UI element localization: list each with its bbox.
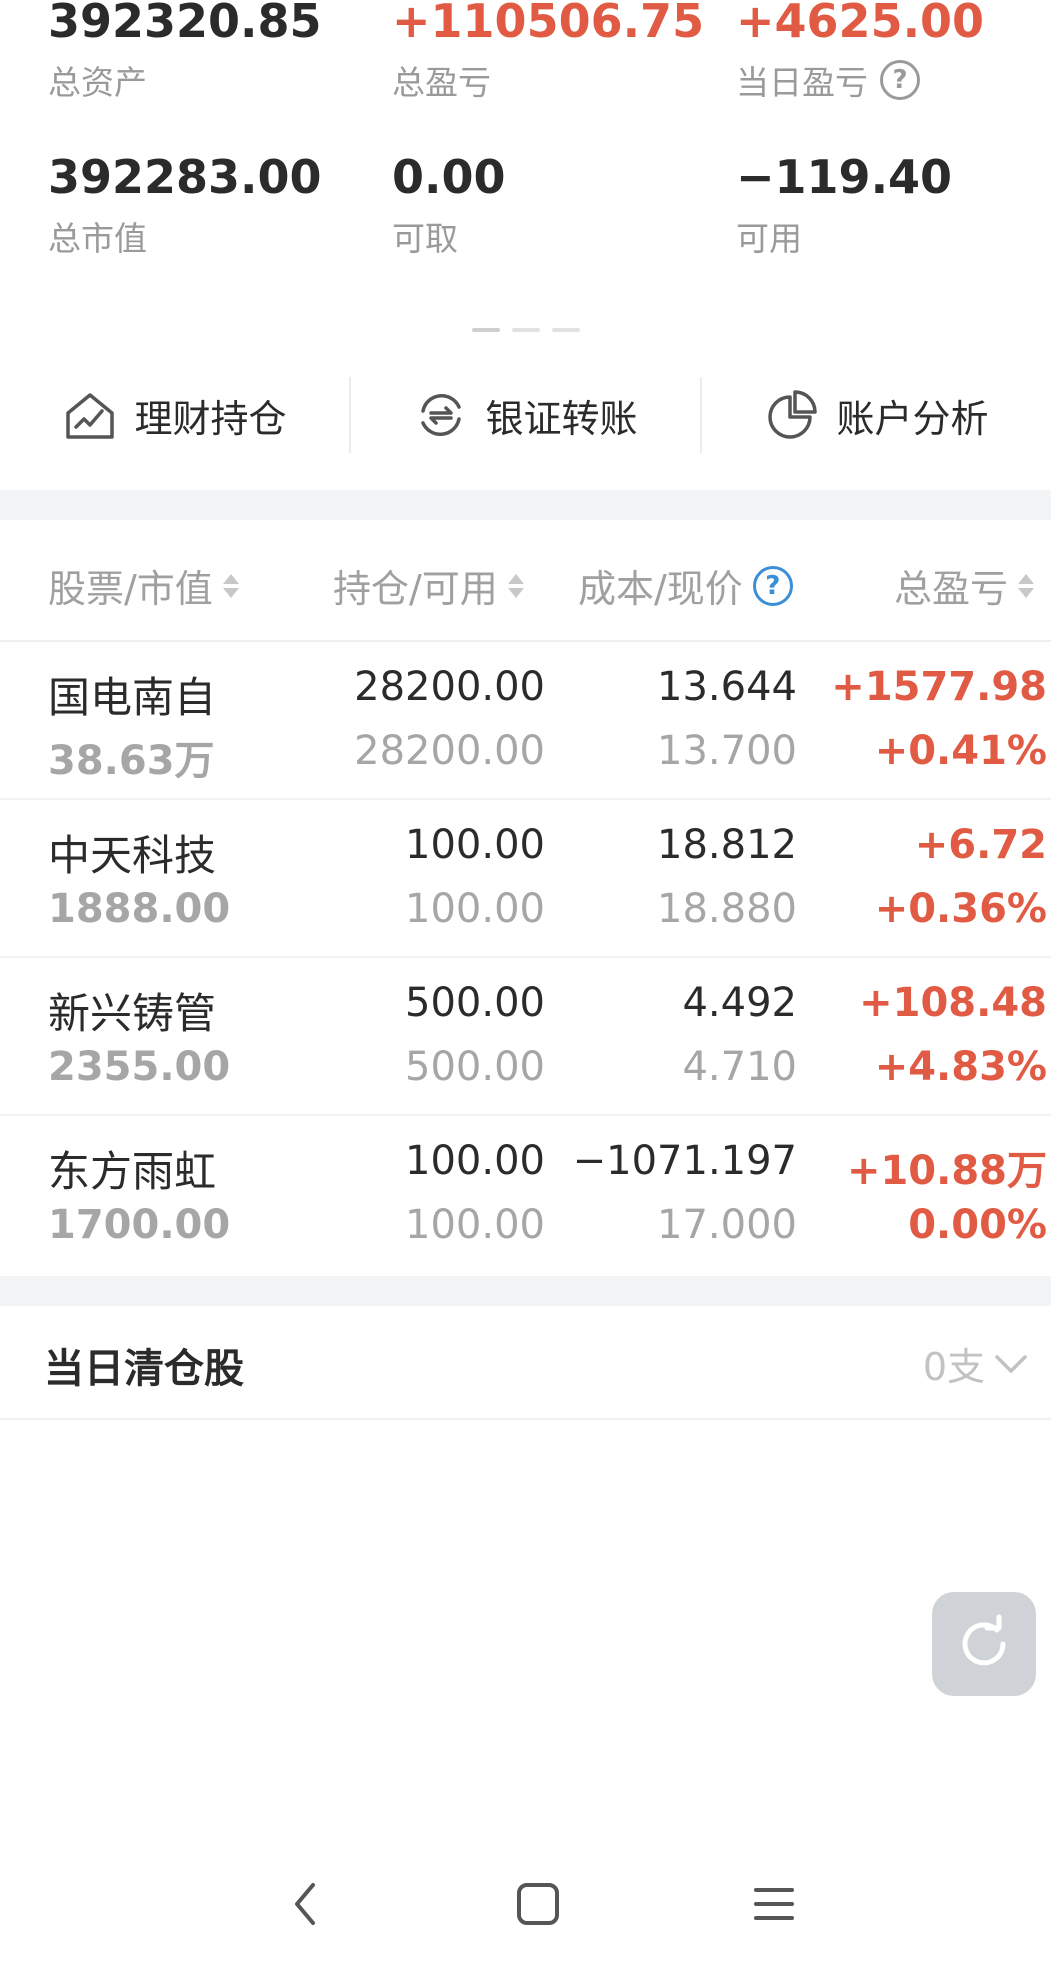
current-price: 4.710 [682,1044,797,1090]
cleared-stocks-section[interactable]: 当日清仓股 0支 [0,1306,1051,1420]
holdings-table-header: 股票/市值 持仓/可用 成本/现价 ? 总盈亏 [0,520,1051,642]
total-pnl-label: 总盈亏 [392,63,491,102]
withdrawable-value: 0.00 [392,150,506,204]
sort-icon [1018,573,1035,598]
wealth-holdings-button[interactable]: 理财持仓 [0,375,349,455]
pnl-percent: 0.00% [908,1202,1047,1248]
total-assets-value: 392320.85 [48,0,322,48]
total-pnl-metric: +110506.75 总盈亏 [392,0,704,104]
account-analysis-label: 账户分析 [836,396,989,441]
stock-header-label: 股票/市值 [48,567,213,611]
account-summary: 392320.85 总资产 +110506.75 总盈亏 +4625.00 当日… [0,0,1051,350]
pnl-amount: +1577.98 [831,664,1047,710]
available-qty: 500.00 [405,1044,545,1090]
bank-transfer-label: 银证转账 [485,396,638,441]
back-button[interactable] [275,1874,335,1934]
refresh-icon [962,1614,1006,1666]
home-button[interactable] [508,1874,568,1934]
current-price: 17.000 [657,1202,797,1248]
transfer-cycle-icon [421,394,462,436]
pnl-percent: +0.36% [874,886,1047,932]
holding-qty: 28200.00 [354,664,545,710]
position-header-label: 持仓/可用 [333,567,498,611]
section-divider [0,1276,1051,1306]
holding-qty: 500.00 [405,980,545,1026]
available-value: −119.40 [736,150,953,204]
sort-stock-header[interactable]: 股票/市值 [48,558,239,613]
page-indicator [0,328,1051,332]
holding-qty: 100.00 [405,1138,545,1184]
cleared-stocks-count: 0支 [922,1345,985,1389]
pie-chart-icon [768,390,818,439]
available-qty: 100.00 [405,1202,545,1248]
table-row[interactable]: 新兴铸管 2355.00 500.00 500.00 4.492 4.710 +… [0,958,1051,1116]
quick-actions: 理财持仓 银证转账 账户分析 [0,370,1051,460]
wealth-holdings-label: 理财持仓 [134,396,287,441]
total-assets-metric: 392320.85 总资产 [48,0,322,104]
cost-price: 4.492 [682,980,797,1026]
pnl-percent: +4.83% [874,1044,1047,1090]
page-dot [551,328,580,332]
available-qty: 28200.00 [354,728,545,774]
cost-header: 成本/现价 ? [578,558,793,613]
back-icon [295,1883,315,1925]
cost-price: 13.644 [657,664,797,710]
stock-name: 新兴铸管 [48,989,217,1038]
daily-pnl-metric: +4625.00 当日盈亏 ? [736,0,984,104]
system-nav-bar [0,1860,1051,1946]
pnl-amount: +6.72 [914,822,1047,868]
pnl-amount: +108.48 [859,980,1047,1026]
account-analysis-button[interactable]: 账户分析 [702,375,1051,455]
sort-icon [222,573,239,598]
stock-market-value: 1700.00 [48,1202,231,1248]
page-dot [511,328,540,332]
stock-name: 国电南自 [48,673,217,722]
available-label: 可用 [736,219,802,258]
total-pnl-value: +110506.75 [392,0,705,48]
sort-position-header[interactable]: 持仓/可用 [333,558,524,613]
market-value-value: 392283.00 [48,150,322,204]
help-icon[interactable]: ? [752,565,793,606]
current-price: 13.700 [657,728,797,774]
menu-button[interactable] [744,1874,804,1934]
holding-qty: 100.00 [405,822,545,868]
cost-price: 18.812 [657,822,797,868]
available-metric: −119.40 可用 [736,150,952,260]
section-divider [0,490,1051,520]
available-qty: 100.00 [405,886,545,932]
current-price: 18.880 [657,886,797,932]
sort-icon [507,573,524,598]
cost-price: −1071.197 [572,1138,797,1184]
daily-pnl-value: +4625.00 [736,0,985,48]
table-row[interactable]: 国电南自 38.63万 28200.00 28200.00 13.644 13.… [0,642,1051,800]
pnl-header-label: 总盈亏 [894,567,1009,611]
market-value-label: 总市值 [48,219,147,258]
cleared-stocks-toggle[interactable]: 0支 [923,1336,1031,1391]
page-dot [471,328,500,332]
cost-header-label: 成本/现价 [578,567,743,611]
stock-market-value: 2355.00 [48,1044,231,1090]
chevron-down-icon [995,1354,1027,1373]
total-assets-label: 总资产 [48,63,147,102]
pnl-percent: +0.41% [874,728,1047,774]
pnl-amount: +10.88万 [846,1148,1047,1194]
stock-name: 中天科技 [48,831,217,880]
stock-market-value: 38.63万 [48,738,215,784]
help-icon[interactable]: ? [880,60,920,100]
daily-pnl-label: 当日盈亏 [736,63,868,102]
stock-name: 东方雨虹 [48,1147,217,1196]
table-row[interactable]: 东方雨虹 1700.00 100.00 100.00 −1071.197 17.… [0,1116,1051,1274]
sort-pnl-header[interactable]: 总盈亏 [894,558,1035,613]
cleared-stocks-title: 当日清仓股 [44,1346,244,1392]
refresh-button[interactable] [932,1592,1036,1696]
market-value-metric: 392283.00 总市值 [48,150,322,260]
table-row[interactable]: 中天科技 1888.00 100.00 100.00 18.812 18.880… [0,800,1051,958]
home-icon [517,1883,559,1925]
withdrawable-metric: 0.00 可取 [392,150,506,260]
stock-market-value: 1888.00 [48,886,231,932]
house-chart-icon [66,393,115,439]
bank-transfer-button[interactable]: 银证转账 [351,375,700,455]
withdrawable-label: 可取 [392,219,458,258]
menu-icon [754,1888,794,1920]
